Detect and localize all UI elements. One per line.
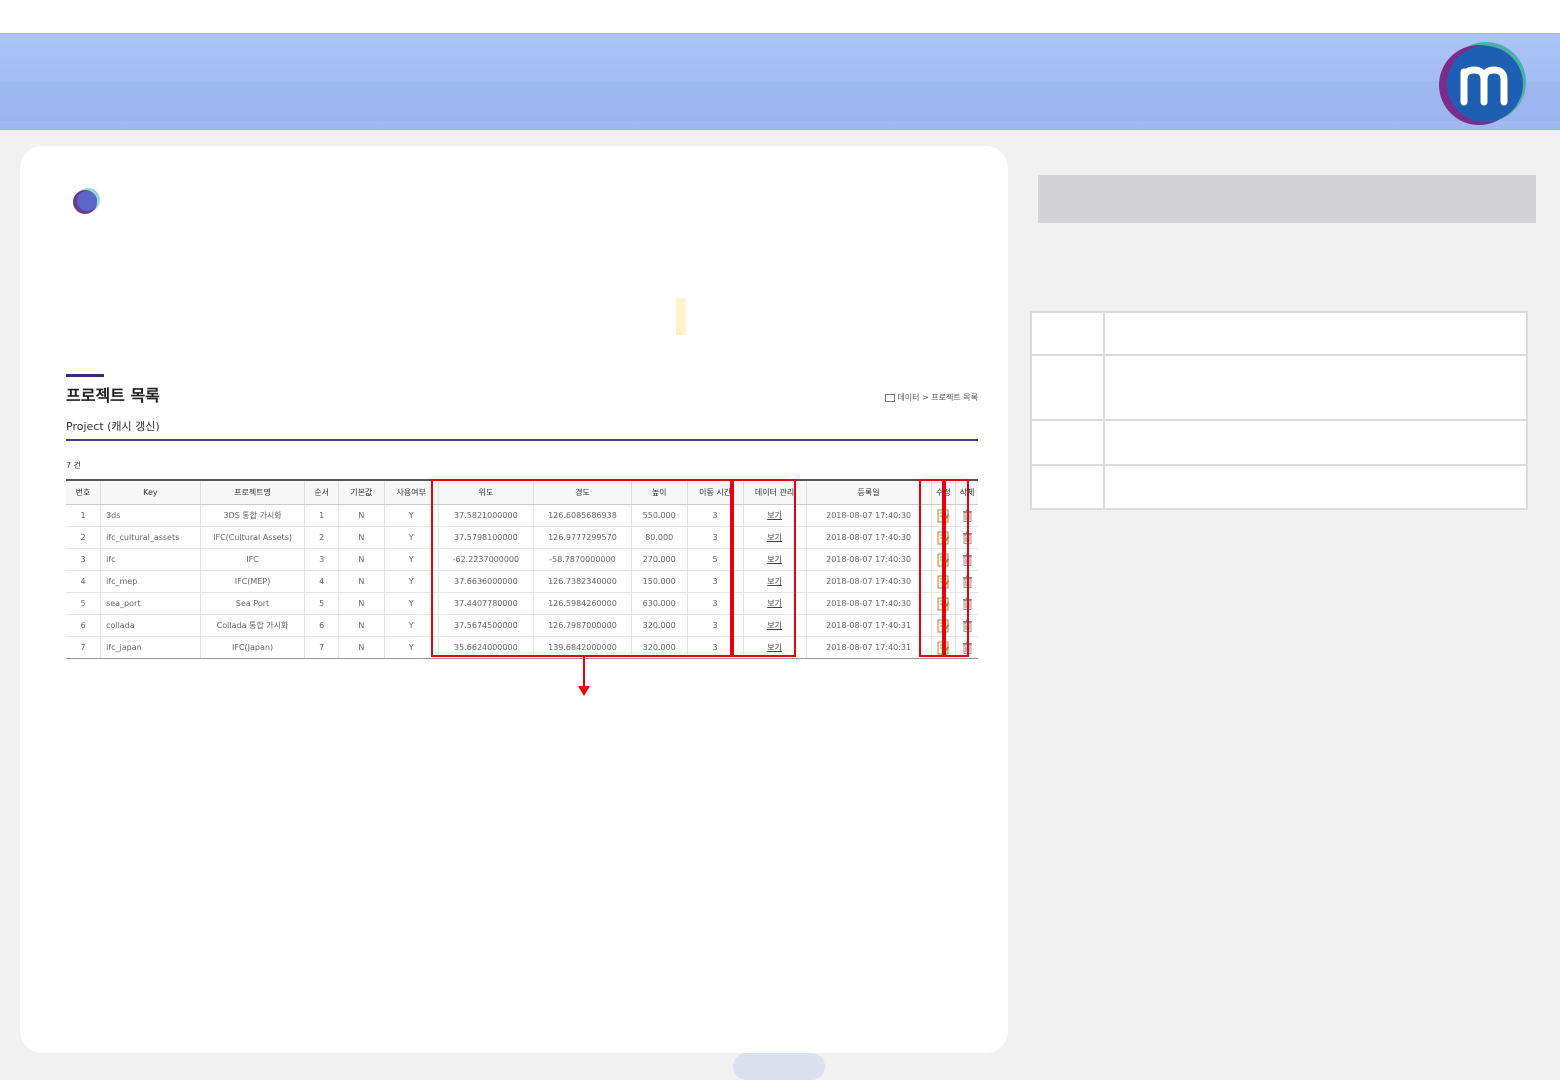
home-icon[interactable] <box>885 393 896 402</box>
right-table-row <box>1030 354 1528 421</box>
cell-default: N <box>338 614 385 637</box>
highlight-box-data-management <box>732 479 796 657</box>
right-table-label-cell <box>1030 354 1105 421</box>
highlight-box-coordinates <box>431 479 732 657</box>
cell-no: 4 <box>66 570 102 593</box>
cell-name: IFC(Japan) <box>200 636 306 659</box>
cell-date: 2018-08-07 17:40:30 <box>806 570 932 593</box>
cell-name: Sea Port <box>200 592 306 615</box>
cell-default: N <box>338 504 385 527</box>
right-table-label-cell <box>1030 419 1105 466</box>
header-banner <box>0 33 1560 130</box>
arrow-down-icon <box>583 657 585 687</box>
cell-date: 2018-08-07 17:40:30 <box>806 592 932 615</box>
cell-key: ifc_cultural_assets <box>100 526 201 549</box>
cell-date: 2018-08-07 17:40:31 <box>806 636 932 659</box>
cell-use: Y <box>384 592 439 615</box>
arrow-head <box>578 686 590 696</box>
top-bar <box>0 0 1560 33</box>
right-table-value-cell <box>1103 464 1528 510</box>
cell-date: 2018-08-07 17:40:30 <box>806 548 932 571</box>
title-accent-bar <box>66 374 104 377</box>
right-info-table <box>1030 311 1528 510</box>
cell-use: Y <box>384 548 439 571</box>
cell-key: collada <box>100 614 201 637</box>
cell-no: 5 <box>66 592 102 615</box>
cell-key: 3ds <box>100 504 201 527</box>
right-table-label-cell <box>1030 311 1105 356</box>
cell-order: 7 <box>304 636 339 659</box>
cell-name: IFC <box>200 548 306 571</box>
breadcrumb: 데이터 > 프로젝트 목록 <box>885 392 978 403</box>
cell-default: N <box>338 636 385 659</box>
cell-order: 6 <box>304 614 339 637</box>
right-table-row <box>1030 311 1528 356</box>
cell-default: N <box>338 526 385 549</box>
cell-no: 3 <box>66 548 102 571</box>
column-header: Key <box>100 479 201 505</box>
column-header: 기본값 <box>338 479 385 505</box>
cell-default: N <box>338 592 385 615</box>
highlight-marker <box>676 298 686 335</box>
cell-date: 2018-08-07 17:40:31 <box>806 614 932 637</box>
breadcrumb-item-project-list[interactable]: 프로젝트 목록 <box>931 393 978 402</box>
right-panel-header <box>1038 175 1536 223</box>
cell-no: 7 <box>66 636 102 659</box>
section-bullet-icon <box>73 188 100 214</box>
right-table-label-cell <box>1030 464 1105 510</box>
cell-order: 2 <box>304 526 339 549</box>
breadcrumb-item-data[interactable]: 데이터 <box>897 393 919 402</box>
cell-name: IFC(Cultural Assets) <box>200 526 306 549</box>
cell-name: 3DS 통합 가시화 <box>200 504 306 527</box>
title-divider <box>66 439 978 441</box>
page-title: 프로젝트 목록 <box>66 386 160 405</box>
cell-key: ifc_japan <box>100 636 201 659</box>
cell-use: Y <box>384 526 439 549</box>
cell-default: N <box>338 570 385 593</box>
cell-use: Y <box>384 636 439 659</box>
right-table-value-cell <box>1103 311 1528 356</box>
right-table-value-cell <box>1103 419 1528 466</box>
cell-no: 1 <box>66 504 102 527</box>
column-header: 등록일 <box>806 479 932 505</box>
cell-default: N <box>338 548 385 571</box>
cell-date: 2018-08-07 17:40:30 <box>806 526 932 549</box>
page-indicator-pill[interactable] <box>733 1053 825 1080</box>
cell-order: 1 <box>304 504 339 527</box>
page-subtitle[interactable]: Project (캐시 갱신) <box>66 418 160 434</box>
right-table-row <box>1030 419 1528 466</box>
column-header: 프로젝트명 <box>200 479 306 505</box>
column-header: 순서 <box>304 479 339 505</box>
cell-name: IFC(MEP) <box>200 570 306 593</box>
cell-use: Y <box>384 504 439 527</box>
breadcrumb-separator: > <box>922 393 929 402</box>
cell-use: Y <box>384 570 439 593</box>
cell-order: 3 <box>304 548 339 571</box>
highlight-box-delete <box>944 479 969 657</box>
right-table-row <box>1030 464 1528 510</box>
highlight-box-edit <box>919 479 944 657</box>
cell-no: 2 <box>66 526 102 549</box>
result-count: 7 건 <box>66 461 81 470</box>
cell-order: 5 <box>304 592 339 615</box>
cell-key: sea_port <box>100 592 201 615</box>
cell-date: 2018-08-07 17:40:30 <box>806 504 932 527</box>
cell-key: ifc_mep <box>100 570 201 593</box>
cell-name: Collada 통합 가시화 <box>200 614 306 637</box>
cell-key: ifc <box>100 548 201 571</box>
cell-no: 6 <box>66 614 102 637</box>
banner-band <box>0 81 1560 121</box>
column-header: 사용여부 <box>384 479 439 505</box>
right-table-value-cell <box>1103 354 1528 421</box>
m-logo-icon <box>1439 42 1526 125</box>
cell-order: 4 <box>304 570 339 593</box>
column-header: 번호 <box>66 479 102 505</box>
cell-use: Y <box>384 614 439 637</box>
